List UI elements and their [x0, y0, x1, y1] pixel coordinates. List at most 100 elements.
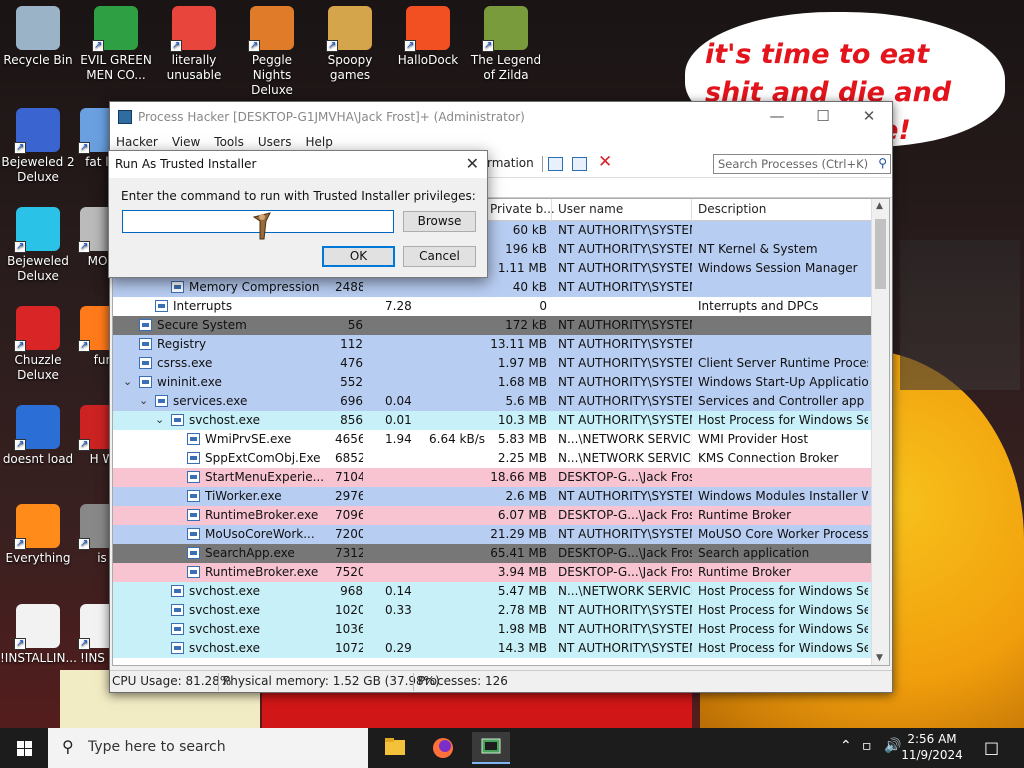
column-private-bytes[interactable]: Private b... [490, 202, 555, 216]
table-row[interactable]: Interrupts 7.28 0 Interrupts and DPCs [113, 297, 871, 316]
firefox-taskbar-button[interactable] [424, 732, 462, 764]
windows-logo-icon [17, 741, 24, 748]
table-row[interactable]: RuntimeBroker.exe 7096 6.07 MB DESKTOP-G...… [113, 506, 871, 525]
table-row[interactable]: svchost.exe 968 0.14 5.47 MB N...\NETWORK SE… [113, 582, 871, 601]
window-title-bar[interactable]: Process Hacker [DESKTOP-G1JMVHA\Jack Fro… [110, 102, 892, 132]
process-user: NT AUTHORITY\SYSTEM [558, 641, 692, 655]
column-user-name[interactable]: User name [558, 202, 623, 216]
terminate-icon[interactable]: ✕ [598, 152, 612, 172]
process-description: Interrupts and DPCs [698, 299, 819, 313]
shortcut-arrow-icon [78, 636, 90, 651]
table-row[interactable]: TiWorker.exe 2976 2.6 MB NT AUTHORITY\SYSTE… [113, 487, 871, 506]
table-row[interactable]: svchost.exe 1072 0.29 14.3 MB NT AUTHORITY\S… [113, 639, 871, 658]
network-icon[interactable]: ▫ [862, 738, 872, 754]
table-row[interactable]: svchost.exe 1020 0.33 2.78 MB NT AUTHORITY\S… [113, 601, 871, 620]
shortcut-arrow-icon [78, 239, 90, 254]
chevron-up-icon[interactable]: ⌃ [840, 738, 852, 754]
process-icon [171, 585, 184, 597]
process-icon [139, 338, 152, 350]
shortcut-arrow-icon [14, 140, 26, 155]
process-pid: 4656 [335, 432, 363, 446]
expand-chevron-icon[interactable]: ⌄ [139, 394, 148, 407]
run-as-trusted-installer-dialog[interactable]: Run As Trusted Installer ✕ Enter the com… [108, 150, 488, 278]
app-icon [14, 405, 60, 452]
app-icon [92, 6, 138, 53]
table-row[interactable]: SppExtComObj.Exe 6852 2.25 MB N...\NETWORK … [113, 449, 871, 468]
start-button[interactable] [0, 728, 48, 768]
search-placeholder: Search Processes (Ctrl+K) [718, 157, 869, 171]
file-explorer-taskbar-button[interactable] [376, 732, 414, 764]
process-private-bytes: 3.94 MB [497, 565, 547, 579]
window-icon[interactable] [548, 157, 563, 171]
process-user: NT AUTHORITY\SYSTEM [558, 318, 692, 332]
system-information-button[interactable]: rmation [487, 156, 534, 170]
desktop-icon[interactable]: literally unusable [156, 6, 232, 83]
table-row[interactable]: svchost.exe 1036 1.98 MB NT AUTHORITY\SYSTE… [113, 620, 871, 639]
desktop-icon[interactable]: HalloDock [390, 6, 466, 68]
windows-logo-icon [17, 749, 24, 756]
shortcut-arrow-icon [14, 338, 26, 353]
desktop-icon[interactable]: Peggle Nights Deluxe [234, 6, 310, 98]
taskbar-clock[interactable]: 2:56 AM 11/9/2024 [896, 731, 968, 763]
table-row[interactable]: ⌄ svchost.exe 856 0.01 10.3 MB NT AUTHORITY\S… [113, 411, 871, 430]
process-hacker-taskbar-button[interactable] [472, 732, 510, 764]
process-pid: 7200 [335, 527, 363, 541]
desktop-icon[interactable]: The Legend of Zilda [468, 6, 544, 83]
menu-tools[interactable]: Tools [214, 135, 252, 149]
menu-users[interactable]: Users [258, 135, 300, 149]
process-pid: 6852 [335, 451, 363, 465]
window-title: Process Hacker [DESKTOP-G1JMVHA\Jack Fro… [138, 110, 525, 124]
show-window-icon[interactable] [572, 157, 587, 171]
shortcut-arrow-icon [326, 38, 338, 53]
shortcut-arrow-icon [14, 536, 26, 551]
table-row[interactable]: StartMenuExperie... 7104 18.66 MB DESKTOP-G… [113, 468, 871, 487]
table-row[interactable]: csrss.exe 476 1.97 MB NT AUTHORITY\SYSTEM Cl… [113, 354, 871, 373]
column-description[interactable]: Description [698, 202, 766, 216]
process-private-bytes: 5.6 MB [505, 394, 547, 408]
menu-help[interactable]: Help [305, 135, 340, 149]
windows-logo-icon [25, 741, 32, 748]
table-row[interactable]: RuntimeBroker.exe 7520 3.94 MB DESKTOP-G...… [113, 563, 871, 582]
table-row[interactable]: WmiPrvSE.exe 4656 1.94 6.64 kB/s 5.83 MB N...… [113, 430, 871, 449]
table-row[interactable]: MoUsoCoreWork... 7200 21.29 MB NT AUTHORITY… [113, 525, 871, 544]
table-row[interactable]: ⌄ wininit.exe 552 1.68 MB NT AUTHORITY\SYSTE… [113, 373, 871, 392]
table-row[interactable]: Memory Compression 2488 40 kB NT AUTHORITY\… [113, 278, 871, 297]
process-private-bytes: 0 [539, 299, 547, 313]
desktop-icon[interactable]: Recycle Bin [0, 6, 76, 68]
cancel-button[interactable]: Cancel [403, 246, 476, 267]
maximize-button[interactable]: ☐ [800, 102, 846, 132]
table-row[interactable]: Registry 112 13.11 MB NT AUTHORITY\SYSTEM [113, 335, 871, 354]
shortcut-arrow-icon [14, 239, 26, 254]
process-private-bytes: 2.25 MB [497, 451, 547, 465]
desktop-icon[interactable]: EVIL GREEN MEN CO... [78, 6, 154, 83]
process-icon [171, 642, 184, 654]
vertical-scrollbar[interactable]: ▲ ▼ [871, 199, 889, 665]
search-processes-input[interactable]: Search Processes (Ctrl+K) ⚲ [713, 154, 891, 174]
browse-button[interactable]: Browse [403, 211, 476, 232]
process-io: 6.64 kB/s [429, 432, 486, 446]
process-description: MoUSO Core Worker Process [698, 527, 868, 541]
expand-chevron-icon[interactable]: ⌄ [155, 413, 164, 426]
menu-view[interactable]: View [172, 135, 208, 149]
expand-chevron-icon[interactable]: ⌄ [123, 375, 132, 388]
scroll-down-icon[interactable]: ▼ [876, 653, 883, 663]
desktop-icon[interactable]: Spoopy games [312, 6, 388, 83]
dialog-close-icon[interactable]: ✕ [466, 154, 479, 173]
windows-logo-icon [25, 749, 32, 756]
search-icon: ⚲ [62, 737, 74, 756]
notifications-icon[interactable]: □ [984, 738, 999, 757]
table-row[interactable]: SearchApp.exe 7312 65.41 MB DESKTOP-G...\Ja… [113, 544, 871, 563]
minimize-button[interactable]: — [754, 102, 800, 132]
taskbar-search-box[interactable]: ⚲ Type here to search [48, 728, 368, 768]
dialog-title-bar[interactable]: Run As Trusted Installer ✕ [109, 151, 487, 178]
process-cpu: 7.28 [385, 299, 412, 313]
app-icon [248, 6, 294, 53]
table-row[interactable]: ⌄ services.exe 696 0.04 5.6 MB NT AUTHORITY\S… [113, 392, 871, 411]
process-pid: 7104 [335, 470, 363, 484]
menu-hacker[interactable]: Hacker [116, 135, 166, 149]
ok-button[interactable]: OK [322, 246, 395, 267]
close-button[interactable]: ✕ [846, 102, 892, 132]
table-row[interactable]: Secure System 56 172 kB NT AUTHORITY\SYSTEM [113, 316, 871, 335]
scrollbar-thumb[interactable] [875, 219, 886, 289]
scroll-up-icon[interactable]: ▲ [876, 201, 883, 211]
